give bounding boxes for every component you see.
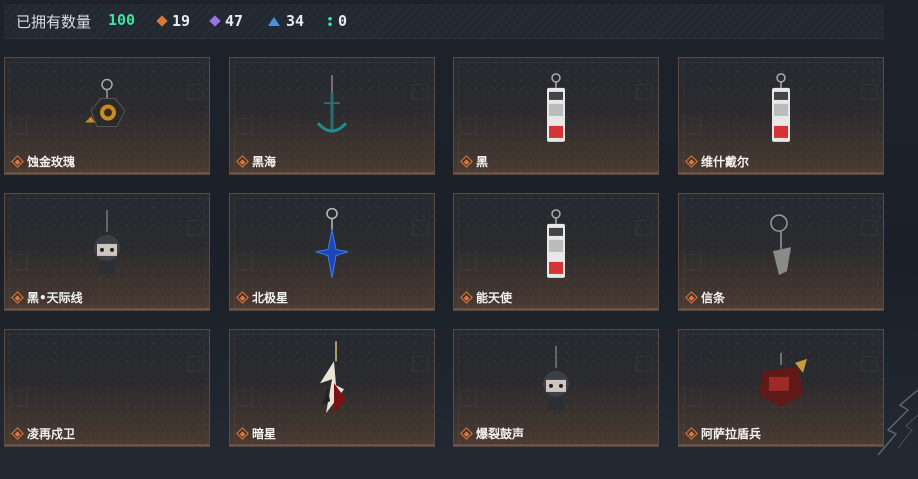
card-deco (187, 220, 203, 236)
card-deco (861, 220, 877, 236)
shield-charm-icon (751, 351, 811, 415)
doll-charm-icon (538, 344, 574, 420)
card-deco (460, 254, 476, 270)
charm-name: 信条 (701, 291, 726, 305)
card-deco (685, 254, 701, 270)
card-bottom-line (230, 308, 434, 310)
card-deco (11, 254, 27, 270)
lightning-decoration (877, 389, 918, 456)
blade-charm-icon (312, 339, 352, 423)
card-deco (685, 118, 701, 134)
card-deco (412, 84, 428, 100)
stat-blue: 34 (268, 11, 304, 31)
card-bottom-line (679, 172, 883, 174)
charm-card[interactable]: 黑海 (229, 57, 435, 175)
header-bar: 已拥有数量 100 19 47 34 0 (4, 4, 884, 39)
blue-triangle-icon (268, 16, 280, 26)
tag-charm-icon (544, 208, 568, 284)
owned-count: 100 (108, 11, 136, 29)
card-bottom-line (679, 308, 883, 310)
card-deco (412, 220, 428, 236)
charm-card[interactable]: 黑 (453, 57, 659, 175)
charm-name: 维什戴尔 (701, 155, 750, 169)
charm-name: 凌再戍卫 (27, 427, 76, 441)
stat-purple: 47 (209, 11, 244, 31)
card-deco (460, 118, 476, 134)
charm-name: 北极星 (252, 291, 289, 305)
charm-name: 黑 (476, 155, 489, 169)
charm-card[interactable]: 维什戴尔 (678, 57, 884, 175)
green-dots-icon (328, 15, 332, 27)
charm-name: 爆裂鼓声 (476, 427, 525, 441)
hook-charm-icon (761, 209, 801, 283)
card-deco (685, 390, 701, 406)
charm-card[interactable]: 暗星 (229, 329, 435, 447)
owned-label: 已拥有数量 (16, 13, 92, 31)
card-bottom-line (454, 444, 658, 446)
charm-name: 能天使 (476, 291, 513, 305)
card-deco (636, 220, 652, 236)
doll-charm-icon (89, 208, 125, 284)
card-deco (187, 356, 203, 372)
card-deco (11, 118, 27, 134)
card-bottom-line (230, 444, 434, 446)
card-bottom-line (5, 172, 209, 174)
charm-name: 蚀金玫瑰 (27, 155, 76, 169)
rose-charm-icon (83, 77, 131, 145)
stat-value: 47 (225, 12, 244, 30)
charm-name: 阿萨拉盾兵 (701, 427, 762, 441)
card-bottom-line (454, 172, 658, 174)
charm-card[interactable]: 凌再戍卫 (4, 329, 210, 447)
card-deco (460, 390, 476, 406)
tag-charm-icon (769, 72, 793, 148)
charm-card[interactable]: 蚀金玫瑰 (4, 57, 210, 175)
card-deco (11, 390, 27, 406)
charm-card[interactable]: 北极星 (229, 193, 435, 311)
card-bottom-line (230, 172, 434, 174)
orange-diamond-icon (156, 15, 168, 27)
stat-value: 19 (172, 12, 191, 30)
card-deco (236, 118, 252, 134)
stat-value: 34 (286, 12, 305, 30)
charm-card[interactable]: 黑•天际线 (4, 193, 210, 311)
card-deco (636, 84, 652, 100)
card-deco (636, 356, 652, 372)
card-bottom-line (454, 308, 658, 310)
card-deco (236, 390, 252, 406)
stat-green: 0 (328, 11, 347, 31)
card-bottom-line (5, 444, 209, 446)
charm-name: 黑海 (252, 155, 277, 169)
charm-name: 暗星 (252, 427, 277, 441)
charm-name: 黑•天际线 (27, 291, 83, 305)
charm-card[interactable]: 能天使 (453, 193, 659, 311)
card-bottom-line (5, 308, 209, 310)
stat-value: 0 (338, 12, 348, 30)
card-deco (236, 254, 252, 270)
charm-card[interactable]: 信条 (678, 193, 884, 311)
stat-orange: 19 (156, 11, 191, 31)
charm-card[interactable]: 爆裂鼓声 (453, 329, 659, 447)
card-deco (861, 84, 877, 100)
card-deco (187, 84, 203, 100)
anchor-charm-icon (312, 73, 352, 147)
tag-charm-icon (544, 72, 568, 148)
purple-diamond-icon (209, 15, 221, 27)
card-deco (412, 356, 428, 372)
star-charm-icon (312, 206, 352, 286)
